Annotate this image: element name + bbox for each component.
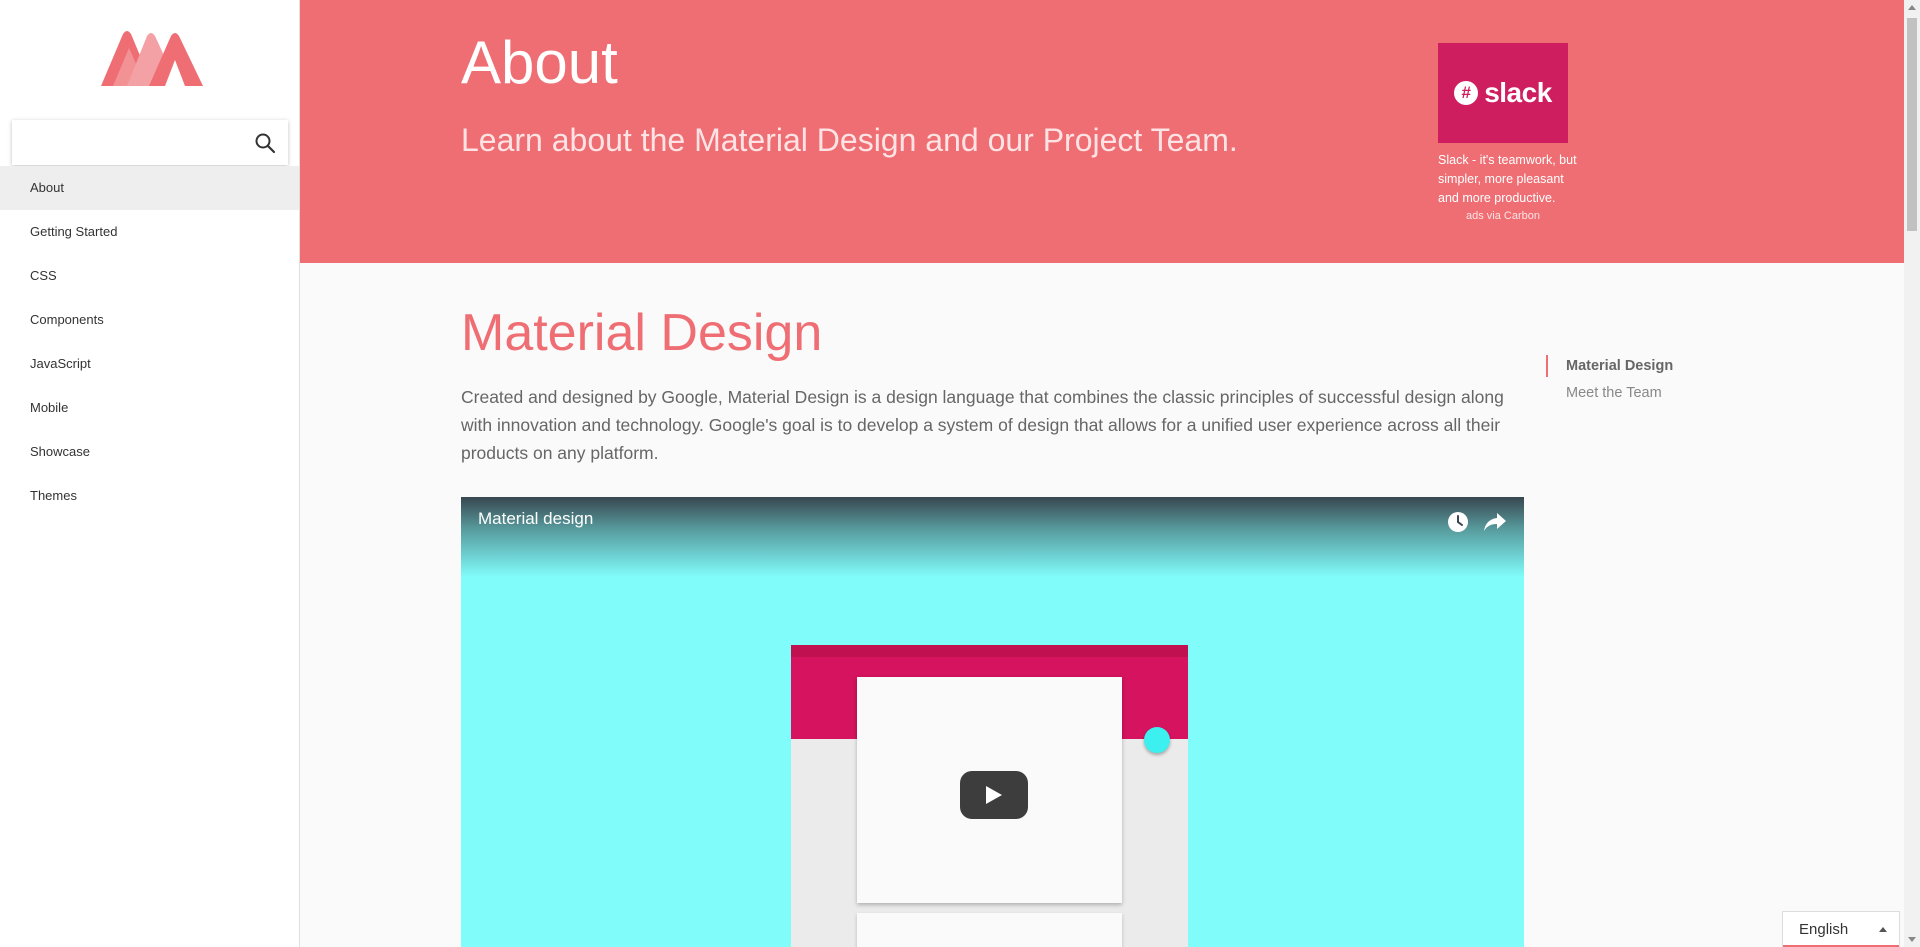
share-icon[interactable] xyxy=(1483,511,1507,533)
slack-hash-icon: # xyxy=(1454,81,1479,105)
scroll-down-arrow-icon[interactable] xyxy=(1908,937,1916,942)
sidebar: About Getting Started CSS Components Jav… xyxy=(0,0,300,947)
caret-up-icon xyxy=(1879,927,1887,932)
carbon-ad[interactable]: # slack Slack - it's teamwork, but simpl… xyxy=(1438,43,1588,222)
language-selected: English xyxy=(1799,921,1849,938)
sidebar-nav: About Getting Started CSS Components Jav… xyxy=(0,166,299,518)
search-input[interactable] xyxy=(22,130,246,156)
toc-item-material-design[interactable]: Material Design xyxy=(1546,353,1673,380)
table-of-contents: Material Design Meet the Team xyxy=(1546,353,1673,407)
intro-paragraph: Created and designed by Google, Material… xyxy=(461,387,1504,463)
page-title: About xyxy=(461,29,618,96)
play-button[interactable] xyxy=(960,771,1028,819)
sidebar-item-showcase[interactable]: Showcase xyxy=(0,430,299,474)
page-scrollbar[interactable] xyxy=(1904,0,1920,947)
sidebar-item-components[interactable]: Components xyxy=(0,298,299,342)
search-icon[interactable] xyxy=(254,132,276,154)
page-subtitle: Learn about the Material Design and our … xyxy=(461,122,1238,158)
page-header: About Learn about the Material Design an… xyxy=(300,0,1904,263)
language-selector[interactable]: English xyxy=(1782,911,1900,947)
ad-via-link[interactable]: ads via Carbon xyxy=(1438,210,1568,222)
sidebar-item-css[interactable]: CSS xyxy=(0,254,299,298)
ad-text-link[interactable]: Slack - it's teamwork, but simpler, more… xyxy=(1438,151,1588,208)
video-title[interactable]: Material design xyxy=(478,509,593,529)
video-player[interactable]: Material design xyxy=(461,497,1524,947)
sidebar-item-themes[interactable]: Themes xyxy=(0,474,299,518)
scroll-thumb[interactable] xyxy=(1907,18,1917,231)
search-box[interactable] xyxy=(12,120,288,165)
toc-item-meet-the-team[interactable]: Meet the Team xyxy=(1546,380,1673,407)
sidebar-item-getting-started[interactable]: Getting Started xyxy=(0,210,299,254)
watch-later-icon[interactable] xyxy=(1447,511,1469,533)
materialize-logo-icon[interactable] xyxy=(93,28,205,88)
play-icon xyxy=(986,786,1002,804)
scroll-up-arrow-icon[interactable] xyxy=(1908,5,1916,10)
slack-wordmark: slack xyxy=(1484,77,1552,108)
sidebar-item-mobile[interactable]: Mobile xyxy=(0,386,299,430)
video-topbar: Material design xyxy=(461,497,1524,577)
thumbnail-fab xyxy=(1144,727,1170,753)
slack-ad-image[interactable]: # slack xyxy=(1438,43,1568,143)
sidebar-item-javascript[interactable]: JavaScript xyxy=(0,342,299,386)
sidebar-item-about[interactable]: About xyxy=(0,166,299,210)
section-title-material-design: Material Design xyxy=(461,304,823,362)
thumbnail-card-lower xyxy=(857,913,1122,947)
